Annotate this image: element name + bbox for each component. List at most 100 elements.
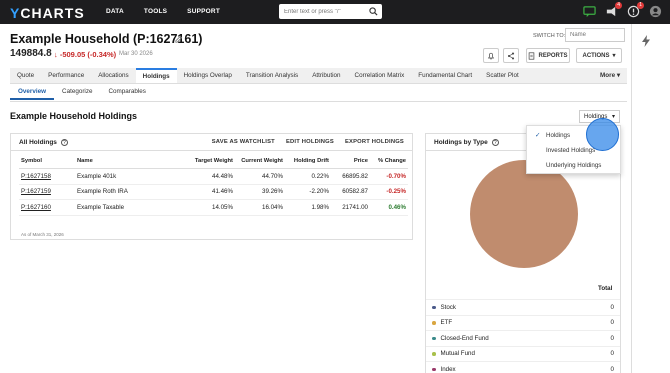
share-icon	[507, 52, 515, 59]
actions-button[interactable]: ACTIONS ▾	[576, 48, 622, 63]
tab-transition-analysis[interactable]: Transition Analysis	[239, 68, 305, 83]
tab-holdings-overlap[interactable]: Holdings Overlap	[177, 68, 239, 83]
menu-item-label: Invested Holdings	[546, 147, 596, 154]
row-symbol-link[interactable]: P:1627159	[19, 184, 75, 200]
switch-to-input[interactable]	[565, 28, 625, 42]
share-button[interactable]	[503, 48, 519, 63]
col-current-weight[interactable]: Current Weight	[235, 156, 285, 169]
document-icon	[529, 51, 535, 60]
main-tabs: Quote Performance Allocations Holdings H…	[10, 68, 627, 84]
type-row-closed-end-fund: Closed-End Fund 0	[426, 330, 620, 346]
ycharts-logo[interactable]: YCHARTS	[10, 5, 85, 21]
holdings-pie-chart	[470, 160, 578, 268]
tab-quote[interactable]: Quote	[10, 68, 41, 83]
col-price[interactable]: Price	[331, 156, 370, 169]
nav-link-support[interactable]: SUPPORT	[187, 8, 220, 15]
row-holding-drift: 1.98%	[285, 199, 331, 216]
tab-fundamental-chart[interactable]: Fundamental Chart	[411, 68, 479, 83]
user-avatar-icon[interactable]	[649, 5, 662, 18]
all-holdings-header: All Holdings ? SAVE AS WATCHLIST EDIT HO…	[11, 134, 412, 151]
section-title: Example Household Holdings	[10, 111, 138, 121]
row-target-weight: 44.48%	[185, 168, 235, 185]
nav-link-data[interactable]: DATA	[106, 8, 124, 15]
total-label: Total	[598, 285, 613, 292]
value-change: ↓ -509.05 (-0.34%)	[54, 50, 117, 59]
announcements-badge: 4	[615, 2, 622, 9]
type-value: 0	[610, 365, 614, 373]
as-of-date: As of March 31, 2026	[21, 232, 64, 237]
tab-performance[interactable]: Performance	[41, 68, 91, 83]
table-row: P:1627159 Example Roth IRA 41.46% 39.26%…	[19, 184, 408, 200]
subtab-categorize[interactable]: Categorize	[54, 84, 100, 100]
change-date: Mar 30 2026	[119, 51, 153, 57]
lightning-icon[interactable]	[641, 35, 651, 47]
col-pct-change[interactable]: % Change	[370, 156, 408, 169]
row-current-weight: 44.70%	[235, 168, 285, 185]
legend-dot	[432, 305, 436, 309]
search-input[interactable]	[284, 8, 364, 15]
help-icon[interactable]: ?	[60, 138, 68, 146]
row-name: Example Taxable	[75, 199, 185, 216]
type-name: Mutual Fund	[440, 350, 475, 358]
chat-icon[interactable]	[583, 5, 596, 18]
col-holding-drift[interactable]: Holding Drift	[285, 156, 331, 169]
edit-holdings-button[interactable]: EDIT HOLDINGS	[286, 139, 334, 145]
nav-link-tools[interactable]: TOOLS	[144, 8, 167, 15]
row-pct-change: 0.46%	[370, 199, 408, 216]
row-current-weight: 39.26%	[235, 184, 285, 200]
tab-attribution[interactable]: Attribution	[305, 68, 347, 83]
pie-slice[interactable]	[470, 160, 578, 268]
subtab-overview[interactable]: Overview	[10, 84, 55, 100]
holdings-table: Symbol Name Target Weight Current Weight…	[19, 156, 408, 216]
tab-holdings[interactable]: Holdings	[135, 68, 177, 83]
tab-scatter-plot[interactable]: Scatter Plot	[479, 68, 526, 83]
all-holdings-panel: All Holdings ? SAVE AS WATCHLIST EDIT HO…	[10, 133, 413, 240]
tab-allocations[interactable]: Allocations	[91, 68, 135, 83]
actions-label: ACTIONS	[582, 52, 610, 59]
col-name[interactable]: Name	[75, 156, 185, 169]
table-row: P:1627160 Example Taxable 14.05% 16.04% …	[19, 199, 408, 216]
save-as-watchlist-button[interactable]: SAVE AS WATCHLIST	[212, 139, 275, 145]
megaphone-icon[interactable]: 4	[605, 2, 622, 18]
alert-icon[interactable]: 1	[627, 2, 644, 18]
caret-down-icon: ▾	[611, 114, 615, 120]
type-name: Index	[440, 365, 456, 373]
col-symbol[interactable]: Symbol	[19, 156, 75, 169]
row-price: 66895.82	[331, 168, 370, 185]
reports-label: REPORTS	[538, 52, 568, 59]
chevron-down-icon: ▾	[612, 53, 616, 59]
row-symbol-link[interactable]: P:1627160	[19, 199, 75, 216]
row-target-weight: 14.05%	[185, 199, 235, 216]
legend-dot	[432, 352, 436, 356]
row-symbol-link[interactable]: P:1627158	[19, 168, 75, 185]
type-row-index: Index 0	[426, 361, 620, 373]
type-value: 0	[610, 319, 614, 327]
row-pct-change: -0.70%	[370, 168, 408, 185]
help-icon[interactable]: ?	[491, 138, 499, 146]
by-type-title: Holdings by Type	[434, 138, 488, 146]
type-value: 0	[610, 350, 614, 358]
notifications-badge: 1	[637, 2, 644, 9]
subtab-comparables[interactable]: Comparables	[100, 84, 153, 100]
menu-item-label: Underlying Holdings	[546, 162, 602, 169]
menu-item-underlying-holdings[interactable]: Underlying Holdings	[527, 158, 622, 173]
table-row: P:1627158 Example 401k 44.48% 44.70% 0.2…	[19, 168, 408, 185]
col-target-weight[interactable]: Target Weight	[185, 156, 235, 169]
tab-more[interactable]: More ▾	[593, 68, 627, 83]
tab-correlation-matrix[interactable]: Correlation Matrix	[348, 68, 412, 83]
bell-icon	[487, 52, 495, 60]
divider	[10, 101, 627, 102]
legend-dot	[432, 367, 436, 371]
export-holdings-button[interactable]: EXPORT HOLDINGS	[345, 139, 404, 145]
row-price: 21741.00	[331, 199, 370, 216]
legend-dot	[432, 336, 436, 340]
table-header-row: Symbol Name Target Weight Current Weight…	[19, 156, 408, 169]
pencil-icon[interactable]	[174, 35, 183, 44]
search-icon[interactable]	[369, 7, 378, 16]
portfolio-value: 149884.8	[10, 48, 52, 59]
top-nav: YCHARTS DATA TOOLS SUPPORT 4 1	[0, 0, 670, 24]
alert-bell-button[interactable]	[483, 48, 499, 63]
row-current-weight: 16.04%	[235, 199, 285, 216]
row-price: 60582.87	[331, 184, 370, 200]
reports-button[interactable]: REPORTS	[526, 48, 570, 63]
